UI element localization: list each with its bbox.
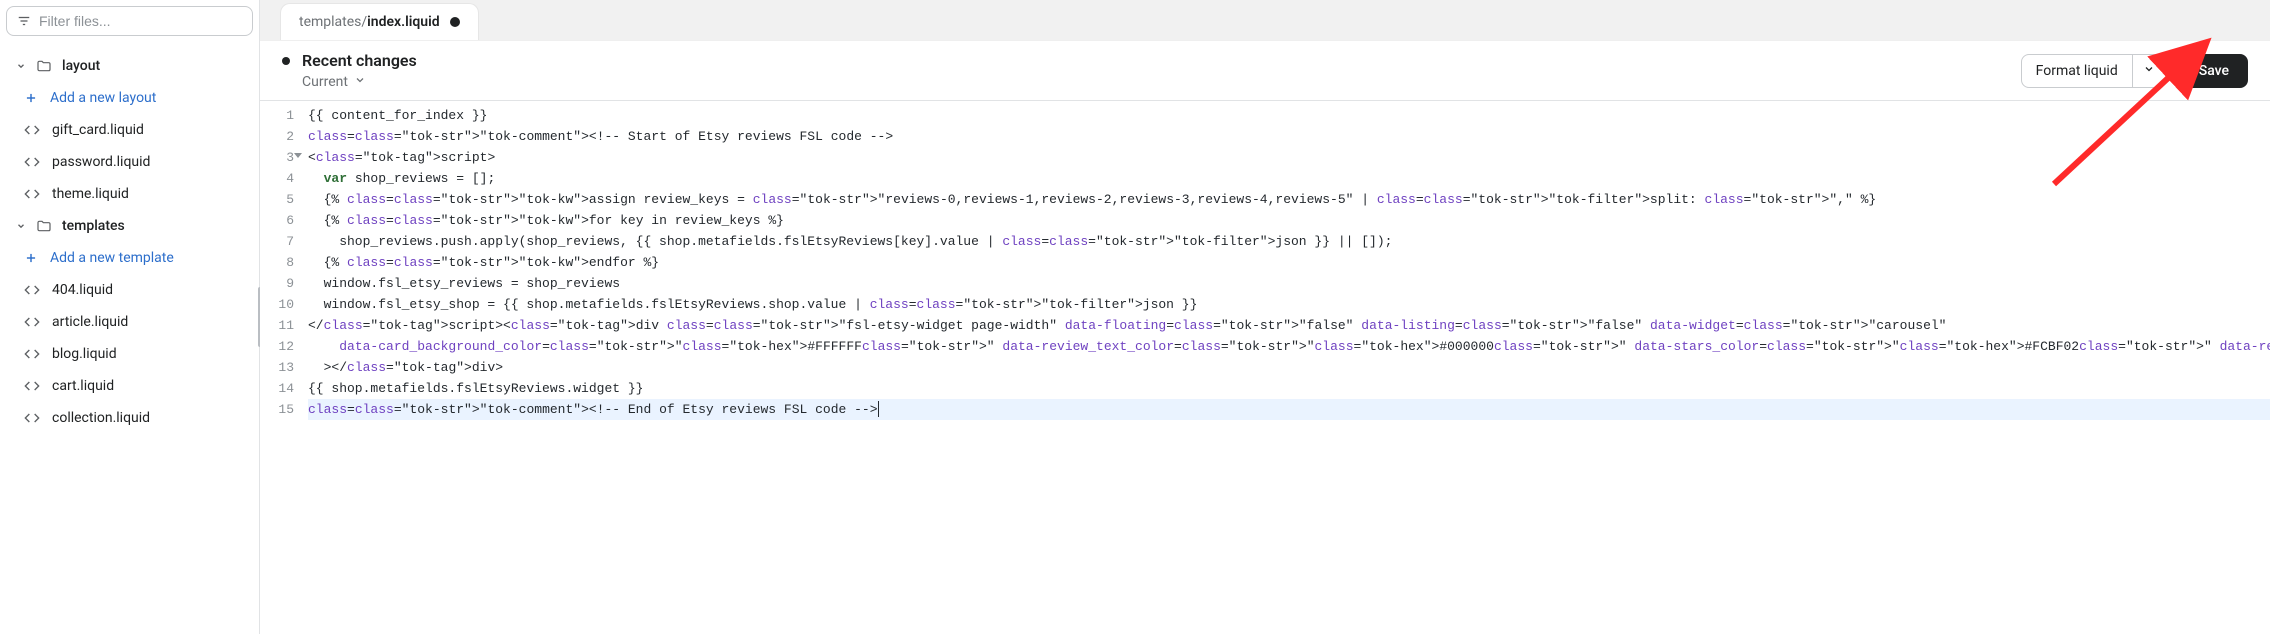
- code-content[interactable]: {{ content_for_index }}class=class="tok-…: [304, 101, 2270, 634]
- tab-bar: templates/index.liquid: [260, 0, 2270, 40]
- file-label: article.liquid: [52, 314, 128, 330]
- file-label: gift_card.liquid: [52, 122, 144, 138]
- folder-label: templates: [62, 218, 125, 234]
- tab-filename: templates/index.liquid: [299, 14, 440, 30]
- format-liquid-button[interactable]: Format liquid: [2021, 54, 2133, 88]
- file-label: theme.liquid: [52, 186, 129, 202]
- code-icon: [24, 410, 40, 426]
- plus-icon: [24, 91, 38, 105]
- code-icon: [24, 186, 40, 202]
- file-filter[interactable]: [6, 6, 253, 36]
- file-label: password.liquid: [52, 154, 150, 170]
- file-sidebar: layout Add a new layout gift_card.liquid…: [0, 0, 260, 634]
- code-icon: [24, 314, 40, 330]
- code-icon: [24, 282, 40, 298]
- folder-icon: [36, 218, 52, 234]
- line-gutter: 123456789101112131415: [260, 101, 304, 634]
- file-item[interactable]: gift_card.liquid: [0, 114, 259, 146]
- plus-icon: [24, 251, 38, 265]
- add-layout-button[interactable]: Add a new layout: [0, 82, 259, 114]
- code-icon: [24, 346, 40, 362]
- version-label: Current: [302, 74, 348, 90]
- file-item[interactable]: cart.liquid: [0, 370, 259, 402]
- file-item[interactable]: blog.liquid: [0, 338, 259, 370]
- dirty-dot-icon: [282, 57, 290, 65]
- file-item[interactable]: article.liquid: [0, 306, 259, 338]
- file-tree: layout Add a new layout gift_card.liquid…: [0, 46, 259, 438]
- folder-layout[interactable]: layout: [0, 50, 259, 82]
- chevron-down-icon: [354, 74, 366, 90]
- file-label: 404.liquid: [52, 282, 113, 298]
- file-item[interactable]: collection.liquid: [0, 402, 259, 434]
- chevron-down-icon: [16, 61, 26, 71]
- folder-icon: [36, 58, 52, 74]
- file-label: blog.liquid: [52, 346, 117, 362]
- filter-input[interactable]: [39, 13, 242, 29]
- add-layout-label: Add a new layout: [50, 90, 156, 106]
- add-template-button[interactable]: Add a new template: [0, 242, 259, 274]
- dirty-indicator-icon: [450, 17, 460, 27]
- filter-icon: [17, 14, 31, 28]
- save-button[interactable]: Save: [2180, 54, 2248, 88]
- chevron-down-icon: [16, 221, 26, 231]
- file-label: cart.liquid: [52, 378, 114, 394]
- editor-main: templates/index.liquid Recent changes Cu…: [260, 0, 2270, 634]
- folder-label: layout: [62, 58, 100, 74]
- code-icon: [24, 154, 40, 170]
- file-item[interactable]: 404.liquid: [0, 274, 259, 306]
- file-label: collection.liquid: [52, 410, 150, 426]
- title-recent-changes: Recent changes: [282, 51, 417, 70]
- code-icon: [24, 378, 40, 394]
- tab-index-liquid[interactable]: templates/index.liquid: [280, 3, 479, 40]
- folder-templates[interactable]: templates: [0, 210, 259, 242]
- file-item[interactable]: password.liquid: [0, 146, 259, 178]
- app-root: layout Add a new layout gift_card.liquid…: [0, 0, 2270, 634]
- file-item[interactable]: theme.liquid: [0, 178, 259, 210]
- code-icon: [24, 122, 40, 138]
- format-liquid-menu-button[interactable]: [2133, 54, 2166, 88]
- editor-titlebar: Recent changes Current Format liquid: [260, 40, 2270, 101]
- version-dropdown[interactable]: Current: [282, 74, 417, 90]
- add-template-label: Add a new template: [50, 250, 174, 266]
- chevron-down-icon: [2143, 63, 2155, 79]
- code-editor[interactable]: 123456789101112131415 {{ content_for_ind…: [260, 101, 2270, 634]
